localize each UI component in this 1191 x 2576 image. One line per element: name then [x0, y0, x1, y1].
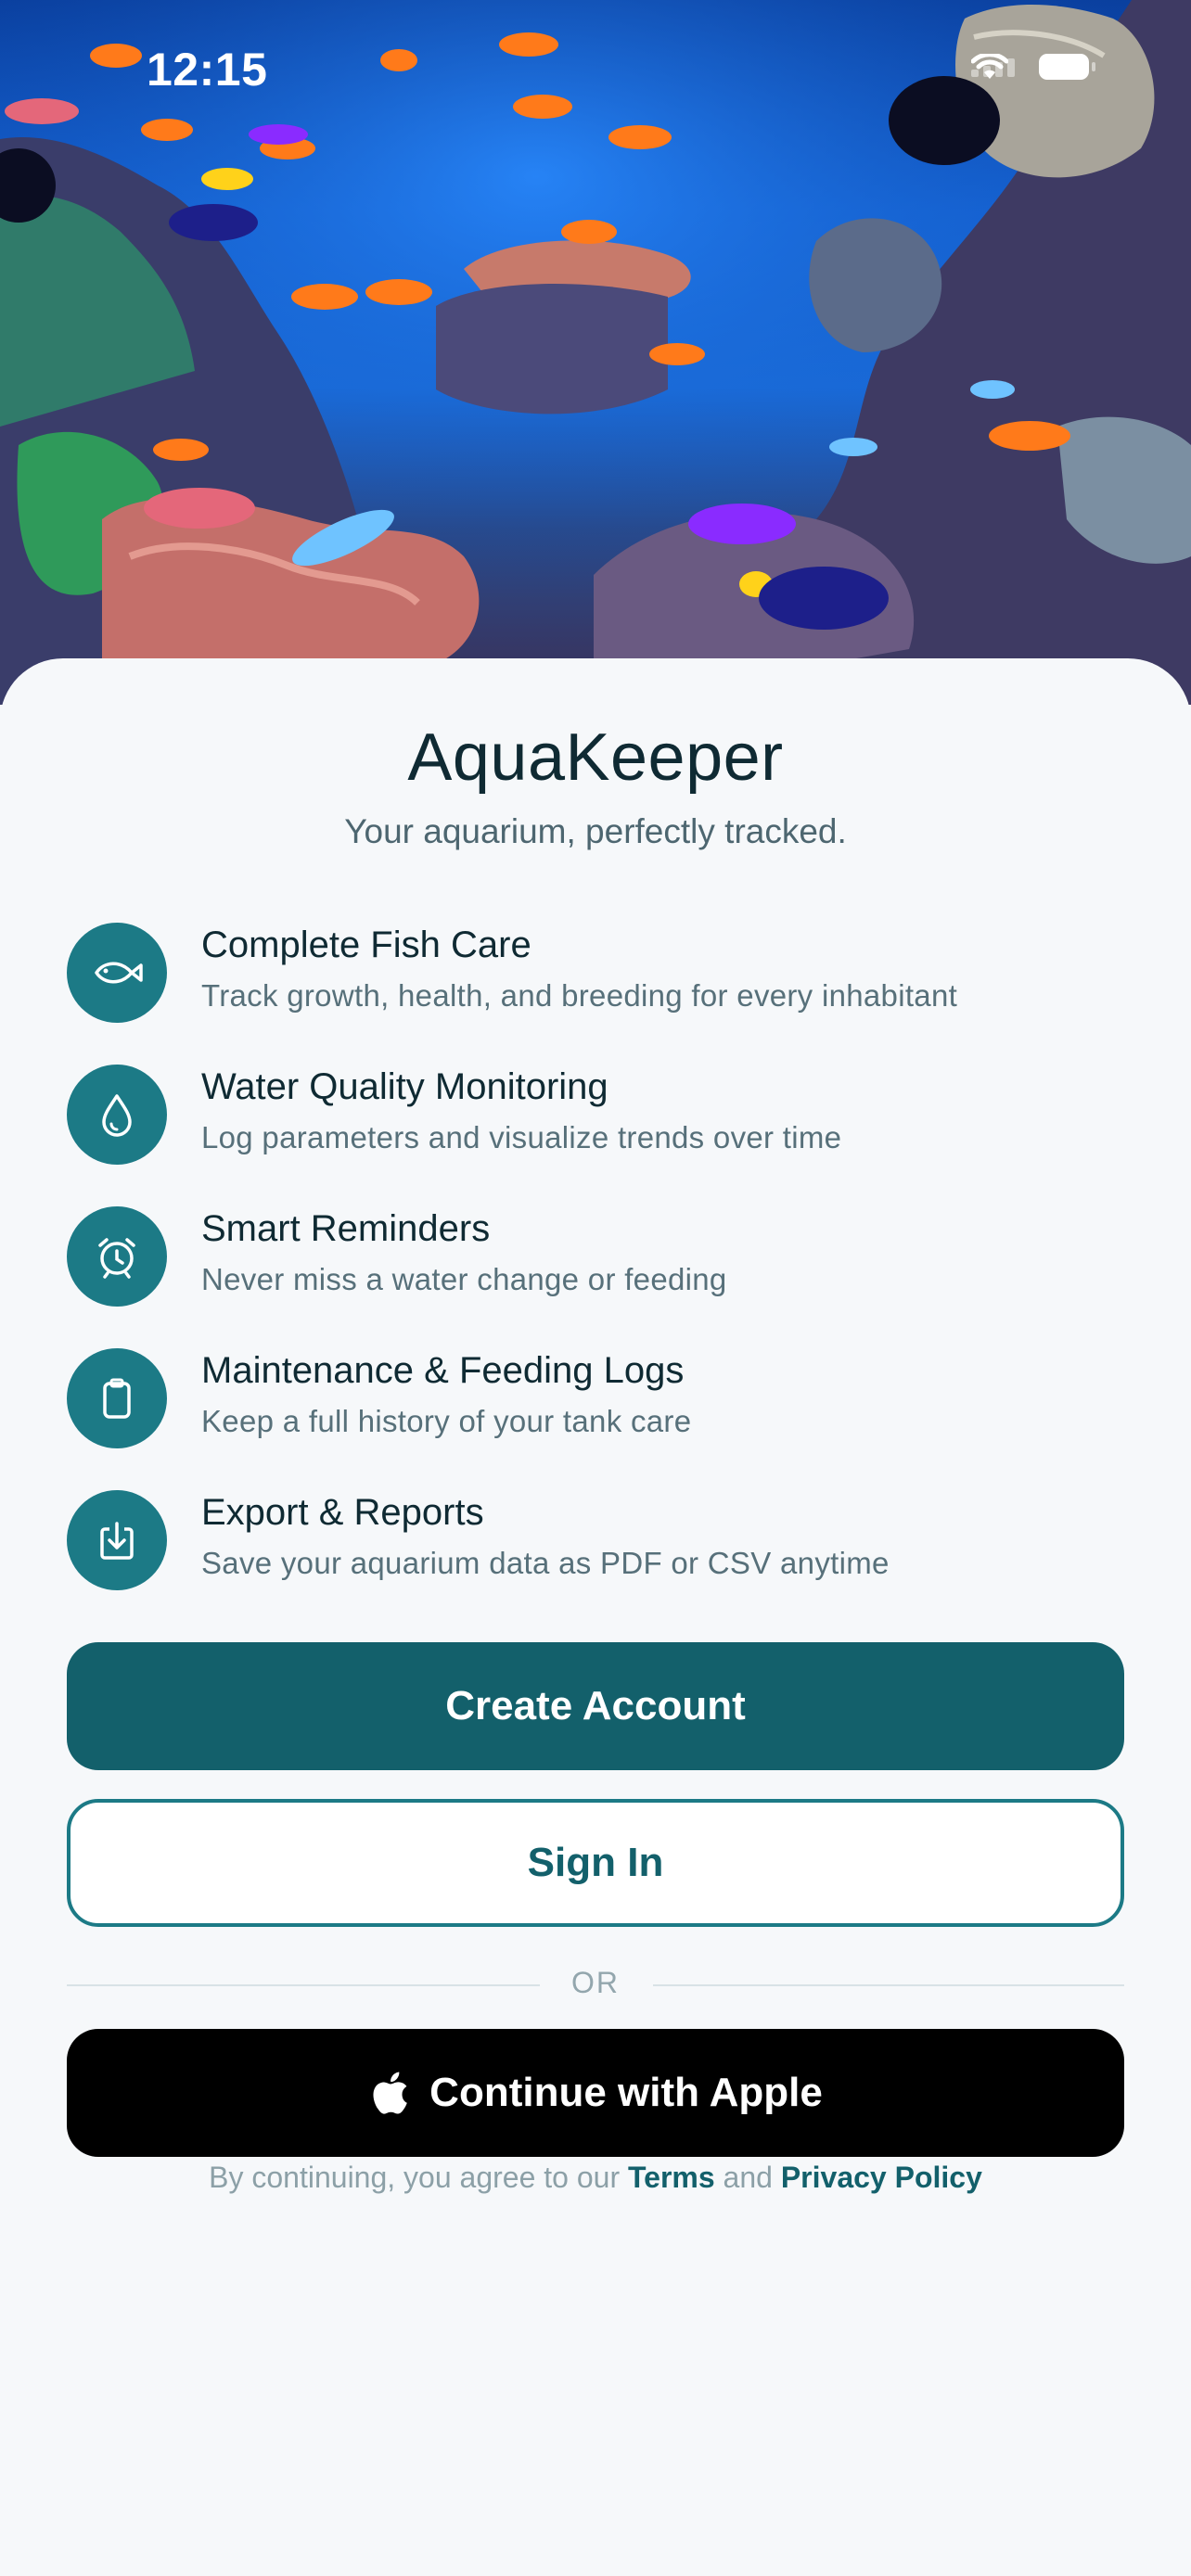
feature-item-export: Export & Reports Save your aquarium data…	[67, 1481, 1143, 1623]
alarm-clock-icon	[67, 1206, 167, 1307]
feature-description: Log parameters and visualize trends over…	[201, 1120, 842, 1154]
hero-image-aquarium: 12:15	[0, 0, 1191, 705]
feature-item-reminders: Smart Reminders Never miss a water chang…	[67, 1197, 1143, 1339]
or-divider: OR	[67, 1966, 1124, 2003]
legal-and: and	[723, 2161, 773, 2194]
app-title: AquaKeeper	[407, 721, 784, 795]
feature-item-water-quality: Water Quality Monitoring Log parameters …	[67, 1055, 1143, 1197]
create-account-button[interactable]: Create Account	[67, 1642, 1124, 1770]
apple-button-label: Continue with Apple	[429, 2070, 823, 2115]
app-tagline: Your aquarium, perfectly tracked.	[344, 812, 847, 850]
apple-logo-icon	[373, 2072, 407, 2114]
fish-icon	[67, 923, 167, 1023]
continue-with-apple-button[interactable]: Continue with Apple	[67, 2029, 1124, 2157]
coral-reef-illustration	[0, 0, 1191, 705]
wifi-icon	[971, 54, 1008, 79]
feature-description: Keep a full history of your tank care	[201, 1404, 692, 1438]
battery-icon	[1039, 54, 1095, 80]
feature-description: Save your aquarium data as PDF or CSV an…	[201, 1546, 890, 1580]
feature-description: Track growth, health, and breeding for e…	[201, 978, 958, 1013]
feature-title: Export & Reports	[201, 1492, 484, 1533]
feature-title: Smart Reminders	[201, 1208, 491, 1249]
status-bar-icons	[971, 54, 1095, 80]
water-drop-icon	[67, 1065, 167, 1165]
legal-prefix: By continuing, you agree to our	[209, 2161, 621, 2194]
clipboard-icon	[67, 1348, 167, 1448]
sign-in-button[interactable]: Sign In	[67, 1799, 1124, 1927]
divider-line-right	[653, 1984, 1124, 1986]
divider-label: OR	[571, 1966, 620, 1999]
welcome-sheet: AquaKeeper Your aquarium, perfectly trac…	[0, 658, 1191, 2576]
feature-title: Water Quality Monitoring	[201, 1066, 608, 1107]
feature-description: Never miss a water change or feeding	[201, 1262, 727, 1296]
feature-title: Complete Fish Care	[201, 925, 531, 965]
privacy-policy-link[interactable]: Privacy Policy	[781, 2161, 982, 2194]
feature-item-fish-care: Complete Fish Care Track growth, health,…	[67, 913, 1143, 1055]
feature-title: Maintenance & Feeding Logs	[201, 1350, 685, 1391]
terms-link[interactable]: Terms	[628, 2161, 715, 2194]
feature-list: Complete Fish Care Track growth, health,…	[67, 913, 1143, 1623]
status-bar-time: 12:15	[147, 44, 268, 96]
download-icon	[67, 1490, 167, 1590]
feature-item-logs: Maintenance & Feeding Logs Keep a full h…	[67, 1339, 1143, 1481]
legal-notice: By continuing, you agree to our Terms an…	[0, 2161, 1191, 2195]
